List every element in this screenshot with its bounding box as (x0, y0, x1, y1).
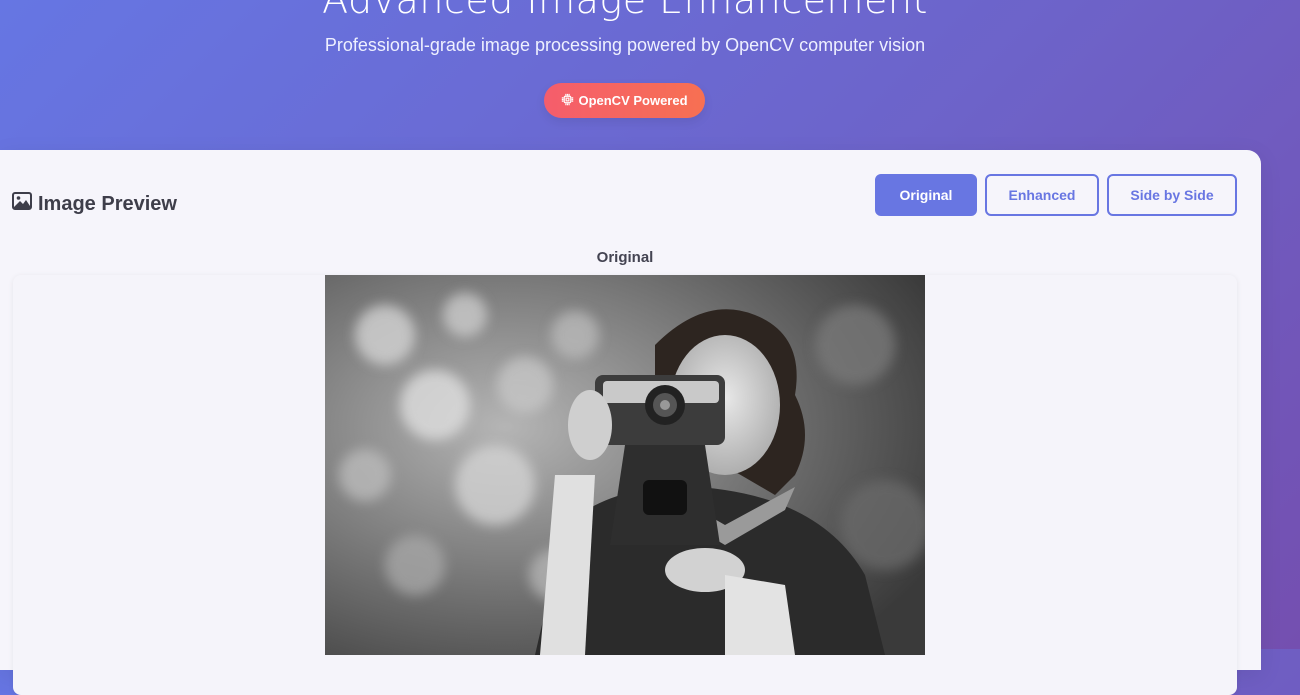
preview-heading: Image Preview (12, 192, 177, 216)
image-preview-card: Image Preview Original Enhanced Side by … (0, 150, 1261, 695)
view-original-button[interactable]: Original (875, 174, 977, 216)
badge-label: OpenCV Powered (578, 93, 688, 108)
preview-frame (13, 275, 1237, 695)
view-enhanced-button[interactable]: Enhanced (985, 174, 1099, 216)
view-side-by-side-button[interactable]: Side by Side (1107, 174, 1237, 216)
page-title: Advanced Image Enhancement (322, 0, 928, 22)
preview-image (325, 275, 925, 655)
image-icon (12, 192, 32, 216)
hero-header: Advanced Image Enhancement Professional-… (0, 0, 1300, 150)
current-view-label: Original (596, 249, 654, 266)
preview-title: Image Preview (38, 192, 177, 215)
opencv-badge: OpenCV Powered (544, 83, 705, 118)
chip-icon (561, 93, 574, 109)
page-subtitle: Professional-grade image processing powe… (324, 35, 926, 55)
